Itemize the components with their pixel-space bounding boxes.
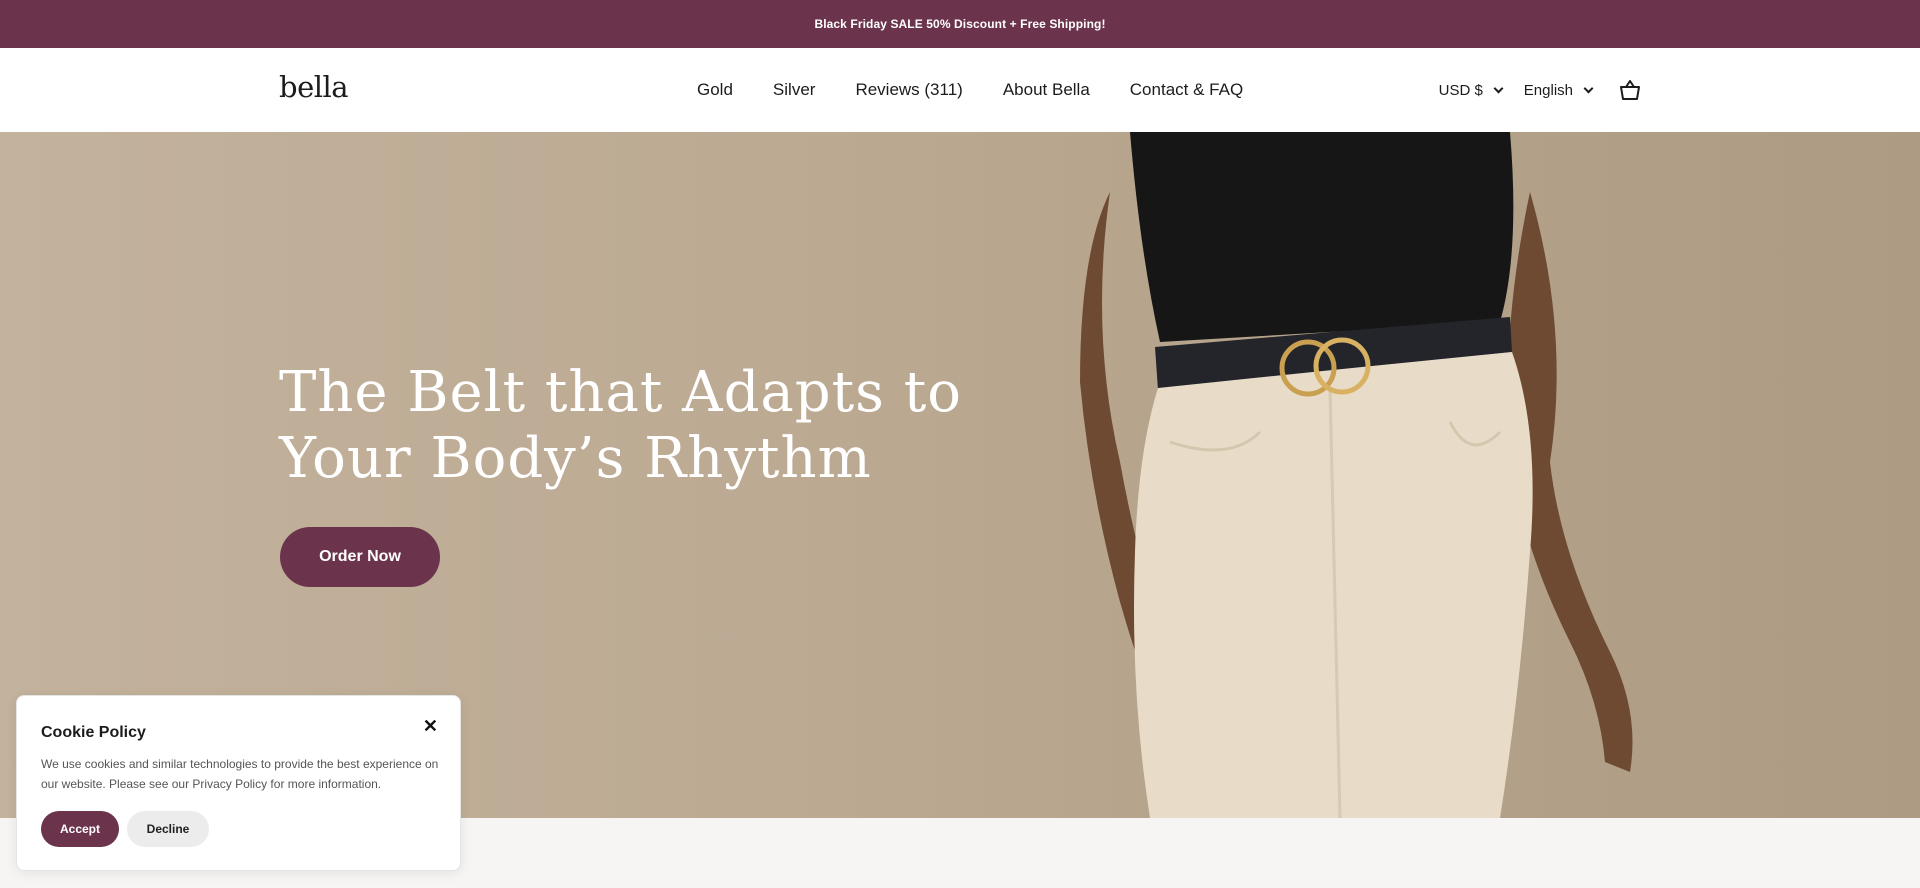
currency-label: USD $ xyxy=(1438,81,1483,99)
cookie-banner: Cookie Policy ✕ We use cookies and simil… xyxy=(16,695,461,871)
decline-button[interactable]: Decline xyxy=(127,811,209,847)
close-icon[interactable]: ✕ xyxy=(423,716,438,737)
nav-item-reviews[interactable]: Reviews (311) xyxy=(855,80,962,100)
nav-item-about[interactable]: About Bella xyxy=(1003,80,1090,100)
chevron-down-icon xyxy=(1583,83,1594,93)
announcement-text: Black Friday SALE 50% Discount + Free Sh… xyxy=(814,17,1106,31)
announcement-bar: Black Friday SALE 50% Discount + Free Sh… xyxy=(0,0,1920,48)
accept-button[interactable]: Accept xyxy=(41,811,119,847)
language-selector[interactable]: English xyxy=(1523,81,1594,99)
hero-title: The Belt that Adapts to Your Body’s Rhyt… xyxy=(279,360,962,491)
nav-item-gold[interactable]: Gold xyxy=(697,80,733,100)
chevron-down-icon xyxy=(1493,83,1504,93)
header-actions: USD $ English xyxy=(1439,48,1642,132)
logo[interactable]: bella xyxy=(279,70,349,104)
nav-item-contact[interactable]: Contact & FAQ xyxy=(1130,80,1243,100)
cookie-text: We use cookies and similar technologies … xyxy=(41,757,439,791)
site-header: bella Gold Silver Reviews (311) About Be… xyxy=(0,48,1920,132)
cart-icon[interactable] xyxy=(1618,79,1642,101)
nav-item-silver[interactable]: Silver xyxy=(773,80,816,100)
cookie-title: Cookie Policy xyxy=(41,724,146,741)
language-label: English xyxy=(1523,81,1573,99)
main-nav: Gold Silver Reviews (311) About Bella Co… xyxy=(697,48,1243,132)
hero-model-image xyxy=(1080,132,1633,818)
currency-selector[interactable]: USD $ xyxy=(1438,81,1504,99)
order-now-button[interactable]: Order Now xyxy=(280,527,440,587)
